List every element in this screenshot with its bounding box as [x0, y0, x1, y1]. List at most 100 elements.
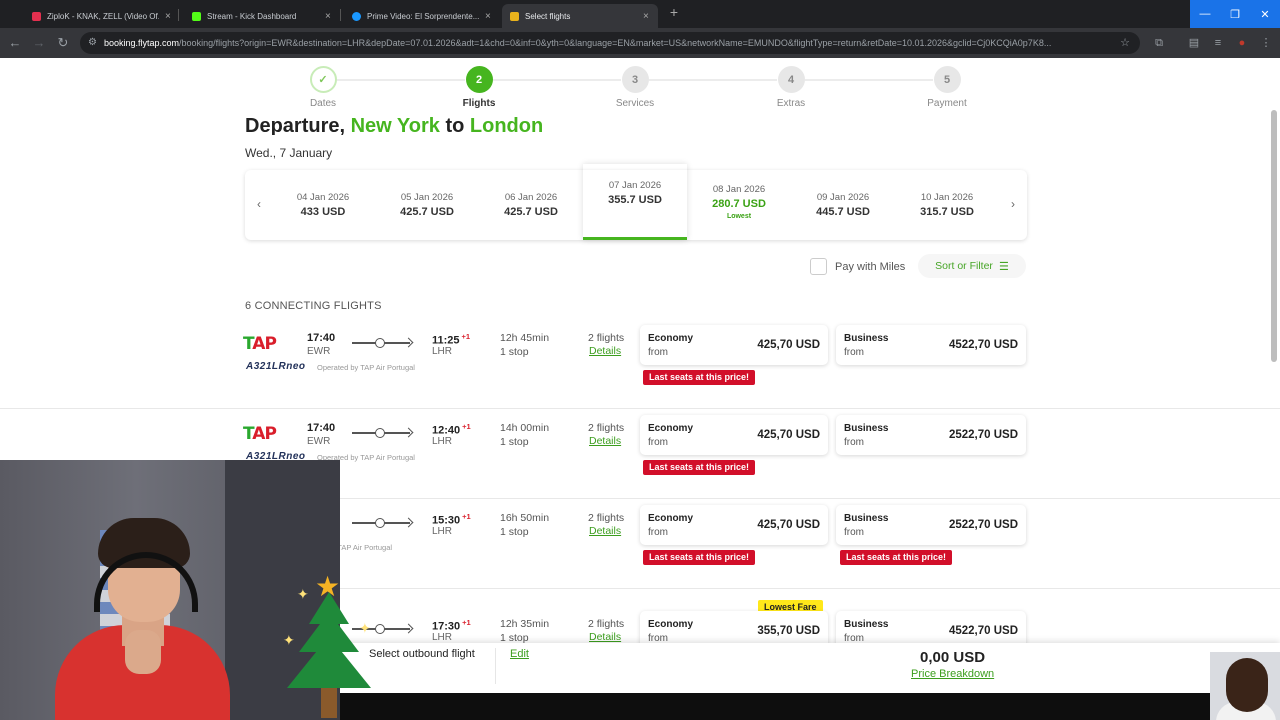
details-link[interactable]: Details — [589, 525, 621, 537]
economy-fare-card[interactable]: Economy from 425,70 USD — [640, 415, 828, 455]
date-option[interactable]: 10 Jan 2026 315.7 USD — [895, 170, 999, 240]
flight-duration: 12h 45min — [500, 332, 550, 344]
total-price: 0,00 USD — [920, 649, 986, 666]
price-breakdown-link[interactable]: Price Breakdown — [911, 668, 994, 680]
fare-class: Business — [844, 619, 889, 630]
restore-icon[interactable]: ❐ — [1220, 0, 1250, 28]
fare-price: 4522,70 USD — [948, 339, 1018, 351]
close-window-icon[interactable]: ✕ — [1250, 0, 1280, 28]
step-flights[interactable]: 2 Flights — [439, 66, 519, 109]
miles-checkbox[interactable] — [810, 258, 827, 275]
route-arrow-icon — [352, 427, 414, 438]
close-tab-icon[interactable]: × — [643, 11, 649, 22]
sparkle-icon: ✦ — [283, 632, 295, 648]
menu-icon[interactable]: ⋮ — [1258, 35, 1274, 51]
economy-fare-card[interactable]: Economy from 425,70 USD — [640, 325, 828, 365]
date-option[interactable]: 06 Jan 2026 425.7 USD — [479, 170, 583, 240]
edit-link[interactable]: Edit — [510, 648, 529, 660]
fare-class: Economy — [648, 423, 694, 434]
date-option[interactable]: 04 Jan 2026 433 USD — [271, 170, 375, 240]
url-path: /booking/flights?origin=EWR&destination=… — [179, 38, 1052, 48]
sidebar-icon[interactable]: ▤ — [1186, 35, 1202, 51]
forward-icon[interactable]: → — [30, 34, 48, 52]
date-label: 07 Jan 2026 — [608, 180, 662, 191]
extensions-icon[interactable]: ⧉ — [1151, 35, 1167, 51]
flight-count: 2 flights — [588, 422, 625, 434]
tab-divider — [178, 9, 179, 21]
chevron-right-icon[interactable]: › — [1005, 197, 1021, 211]
date-price: 445.7 USD — [816, 206, 870, 218]
tab-label: Stream - Kick Dashboard — [207, 11, 297, 21]
browser-tab-bar: ZiploK - KNAK, ZELL (Video Of... × Strea… — [0, 0, 1280, 28]
miles-label: Pay with Miles — [835, 260, 906, 273]
step-check-icon: ✓ — [309, 66, 337, 93]
browser-tab[interactable]: Stream - Kick Dashboard × — [184, 4, 339, 28]
browser-tab[interactable]: ZiploK - KNAK, ZELL (Video Of... × — [24, 4, 179, 28]
address-toolbar: ← → ↻ ⚙ booking.flytap.com/booking/fligh… — [0, 28, 1280, 58]
date-label: 04 Jan 2026 — [296, 192, 350, 203]
bookmark-star-icon[interactable]: ☆ — [1117, 35, 1133, 51]
date-price: 425.7 USD — [400, 206, 454, 218]
title-origin: New York — [350, 117, 440, 135]
date-label: 06 Jan 2026 — [504, 192, 558, 203]
fare-from: from — [648, 437, 668, 448]
christmas-tree-sticker: ★ ✦ ✦ ✦ — [283, 570, 375, 720]
close-tab-icon[interactable]: × — [485, 11, 491, 22]
route-arrow-icon — [352, 337, 414, 348]
booking-stepper: ✓ Dates 2 Flights 3 Services 4 Extras 5 … — [245, 66, 1025, 116]
back-icon[interactable]: ← — [6, 34, 24, 52]
flight-duration: 16h 50min — [500, 512, 550, 524]
step-label: Flights — [462, 98, 496, 109]
economy-fare-card[interactable]: Economy from 425,70 USD — [640, 505, 828, 545]
translate-icon[interactable]: ≡ — [1210, 35, 1226, 51]
page-scrollbar[interactable] — [1271, 110, 1277, 362]
minimize-icon[interactable]: — — [1190, 0, 1220, 28]
sort-filter-button[interactable]: Sort or Filter ☰ — [918, 254, 1026, 278]
fare-class: Business — [844, 333, 889, 344]
next-day-marker: +1 — [462, 512, 471, 521]
details-link[interactable]: Details — [589, 345, 621, 357]
prime-video-icon — [352, 11, 361, 21]
fare-class: Economy — [648, 513, 694, 524]
flight-count: 2 flights — [588, 512, 625, 524]
url-bar[interactable]: ⚙ booking.flytap.com/booking/flights?ori… — [80, 32, 1140, 54]
close-tab-icon[interactable]: × — [325, 11, 331, 22]
date-label: 10 Jan 2026 — [920, 192, 974, 203]
reload-icon[interactable]: ↻ — [54, 34, 72, 52]
business-fare-card[interactable]: Business from 4522,70 USD — [836, 325, 1026, 365]
tap-logo: TAP — [243, 334, 277, 354]
date-option[interactable]: 05 Jan 2026 425.7 USD — [375, 170, 479, 240]
flight-row[interactable]: TAP A321LRneo Operated by TAP Air Portug… — [0, 325, 1280, 420]
step-dates[interactable]: ✓ Dates — [283, 66, 363, 109]
sort-filter-label: Sort or Filter — [935, 260, 993, 272]
date-price: 433 USD — [300, 206, 346, 218]
next-day-marker: +1 — [462, 422, 471, 431]
kick-icon — [192, 11, 201, 21]
pay-with-miles-toggle[interactable]: Pay with Miles — [810, 258, 905, 275]
browser-tab[interactable]: Prime Video: El Sorprendente... × — [344, 4, 499, 28]
profile-icon[interactable]: ● — [1234, 35, 1250, 51]
site-info-icon[interactable]: ⚙ — [88, 37, 99, 48]
new-tab-button[interactable]: + — [664, 4, 684, 20]
departure-airport: EWR — [307, 436, 331, 447]
youtube-icon — [32, 11, 41, 21]
close-tab-icon[interactable]: × — [165, 11, 171, 22]
guest-webcam-overlay — [1210, 652, 1280, 720]
details-link[interactable]: Details — [589, 435, 621, 447]
fare-price: 425,70 USD — [757, 429, 820, 441]
fare-price: 4522,70 USD — [948, 625, 1018, 637]
browser-tab-active[interactable]: Select flights × — [502, 4, 658, 28]
details-link[interactable]: Details — [589, 631, 621, 643]
step-label: Payment — [927, 98, 967, 109]
sparkle-icon: ✦ — [359, 620, 371, 636]
date-option-lowest[interactable]: 08 Jan 2026 280.7 USD Lowest — [687, 170, 791, 240]
step-label: Extras — [776, 98, 806, 109]
step-payment: 5 Payment — [907, 66, 987, 109]
chevron-left-icon[interactable]: ‹ — [251, 197, 267, 211]
business-fare-card[interactable]: Business from 2522,70 USD — [836, 505, 1026, 545]
date-option-selected[interactable]: 07 Jan 2026 355.7 USD — [583, 164, 687, 240]
business-fare-card[interactable]: Business from 2522,70 USD — [836, 415, 1026, 455]
step-number: 3 — [621, 66, 649, 93]
date-label: 05 Jan 2026 — [400, 192, 454, 203]
date-option[interactable]: 09 Jan 2026 445.7 USD — [791, 170, 895, 240]
